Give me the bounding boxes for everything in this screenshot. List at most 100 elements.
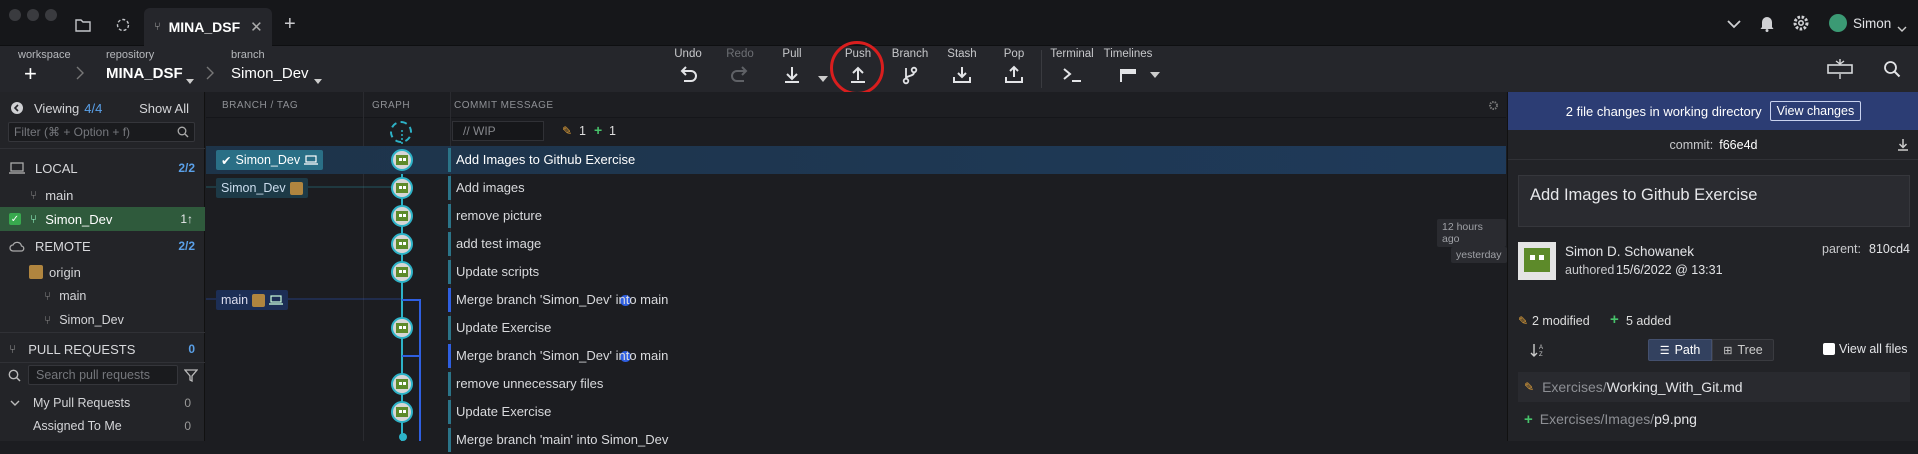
assigned-count: 0 xyxy=(184,419,191,433)
parent-hash[interactable]: 810cd4 xyxy=(1869,242,1910,256)
filter-icon[interactable] xyxy=(183,369,199,385)
pull-options-chevron-icon[interactable] xyxy=(818,70,828,85)
tree-view-button[interactable]: ⊞ Tree xyxy=(1712,339,1774,361)
push-highlight-circle xyxy=(830,41,884,95)
bell-icon[interactable] xyxy=(1759,14,1775,35)
commit-row[interactable]: main Merge branch 'Simon_Dev' into main xyxy=(206,286,1506,314)
branch-selector[interactable]: Simon_Dev xyxy=(231,65,309,82)
gear-icon[interactable] xyxy=(1792,14,1810,35)
author-avatar xyxy=(391,373,413,395)
sidebar-item-origin[interactable]: origin xyxy=(0,260,205,284)
column-commit-message[interactable]: COMMIT MESSAGE xyxy=(454,100,554,111)
repo-management-icon[interactable] xyxy=(112,14,134,36)
back-circle-icon[interactable] xyxy=(10,101,24,115)
view-all-files-checkbox[interactable] xyxy=(1823,343,1835,355)
stash-button[interactable]: Stash xyxy=(936,48,988,86)
branch-icon xyxy=(902,66,918,85)
commit-row[interactable]: Simon_Dev Add images xyxy=(206,174,1506,202)
file-list-item[interactable]: + Exercises/Images/ p9.png xyxy=(1518,404,1910,434)
wip-placeholder: // WIP xyxy=(463,124,496,138)
branch-icon: ⑂ xyxy=(44,313,52,327)
folder-icon[interactable] xyxy=(72,14,94,36)
terminal-button[interactable]: Terminal xyxy=(1046,48,1098,86)
author-avatar xyxy=(391,317,413,339)
commit-row[interactable]: Update Exercise xyxy=(206,314,1506,342)
parent-label: parent: xyxy=(1822,242,1861,256)
branch-tag-simon-dev-local[interactable]: ✔ Simon_Dev xyxy=(216,150,324,170)
pop-button[interactable]: Pop xyxy=(988,48,1040,86)
show-all-link[interactable]: Show All xyxy=(139,101,189,116)
maximize-window-button[interactable] xyxy=(45,9,57,21)
branch-tag-simon-dev-remote[interactable]: Simon_Dev xyxy=(216,178,308,198)
filter-input[interactable]: Filter (⌘ + Option + f) xyxy=(8,122,195,142)
pull-icon xyxy=(785,67,799,83)
commit-row[interactable]: Merge branch 'main' into Simon_Dev xyxy=(206,426,1506,454)
file-list-item[interactable]: ✎ Exercises/ Working_With_Git.md xyxy=(1518,372,1910,402)
pencil-icon: ✎ xyxy=(1518,314,1529,328)
branch-button[interactable]: Branch xyxy=(884,48,936,86)
commit-summary-field[interactable]: Add Images to Github Exercise xyxy=(1518,175,1910,227)
gear-icon[interactable] xyxy=(1488,99,1499,114)
commit-row[interactable]: add test image yesterday xyxy=(206,230,1507,263)
wip-row[interactable]: // WIP ✎ 1 + 1 xyxy=(206,118,1506,146)
commit-row[interactable]: remove unnecessary files xyxy=(206,370,1506,398)
tab-mina-dsf[interactable]: ⑂ MINA_DSF ✕ xyxy=(144,8,272,46)
chevron-down-icon[interactable] xyxy=(186,72,194,87)
chevron-down-icon[interactable] xyxy=(1897,20,1907,35)
sidebar-item-my-pull-requests[interactable]: My Pull Requests 0 xyxy=(0,391,205,415)
commit-row[interactable]: Update scripts xyxy=(206,258,1506,286)
user-name[interactable]: Simon xyxy=(1853,16,1891,31)
download-icon[interactable] xyxy=(1897,138,1909,154)
avatar[interactable] xyxy=(1829,14,1847,32)
repository-selector[interactable]: MINA_DSF xyxy=(106,65,183,82)
author-avatar xyxy=(391,149,413,171)
file-dir: Exercises/Images/ xyxy=(1539,411,1655,427)
commit-row[interactable]: Update Exercise xyxy=(206,398,1506,426)
local-section-header[interactable]: LOCAL 2/2 xyxy=(0,156,205,180)
commit-hash[interactable]: f66e4d xyxy=(1719,138,1757,152)
view-all-files-label[interactable]: View all files xyxy=(1839,342,1908,356)
commit-row-selected[interactable]: ✔ Simon_Dev Add Images to Github Exercis… xyxy=(206,146,1506,174)
search-icon xyxy=(177,126,189,138)
pull-request-icon: ⑂ xyxy=(9,342,17,356)
branch-tag-main[interactable]: main xyxy=(216,290,289,310)
sort-icon[interactable]: AZ xyxy=(1530,342,1546,361)
column-graph[interactable]: GRAPH xyxy=(372,100,410,111)
path-view-button[interactable]: ☰ Path xyxy=(1648,339,1712,361)
timelines-chevron-icon[interactable] xyxy=(1150,66,1160,81)
undo-button[interactable]: Undo xyxy=(662,48,714,86)
search-icon[interactable] xyxy=(1883,60,1901,81)
remote-section-header[interactable]: REMOTE 2/2 xyxy=(0,234,205,258)
close-tab-icon[interactable]: ✕ xyxy=(250,18,263,36)
commit-detail-panel: 2 file changes in working directory View… xyxy=(1507,92,1918,441)
sidebar-item-remote-main[interactable]: ⑂ main xyxy=(0,284,205,308)
column-branch-tag[interactable]: BRANCH / TAG xyxy=(222,100,298,111)
chevron-down-icon[interactable] xyxy=(314,72,322,87)
new-tab-button[interactable]: + xyxy=(284,14,296,34)
sidebar-item-assigned-to-me[interactable]: Assigned To Me 0 xyxy=(0,414,205,438)
sidebar-item-local-simon-dev[interactable]: ✓ ⑂ Simon_Dev 1↑ xyxy=(0,207,205,231)
layout-toggle-icon[interactable] xyxy=(1826,58,1854,83)
minimize-window-button[interactable] xyxy=(27,9,39,21)
add-workspace-icon[interactable]: + xyxy=(24,63,37,85)
assigned-label: Assigned To Me xyxy=(33,419,122,433)
author-avatar xyxy=(391,233,413,255)
chevron-down-icon[interactable] xyxy=(1726,17,1742,32)
close-window-button[interactable] xyxy=(9,9,21,21)
commit-row[interactable]: remove picture 12 hours ago xyxy=(206,202,1506,247)
remote-label: REMOTE xyxy=(35,238,91,254)
my-prs-label: My Pull Requests xyxy=(33,396,131,410)
pull-button[interactable]: Pull xyxy=(766,48,818,86)
view-changes-button[interactable]: View changes xyxy=(1769,101,1862,121)
checkout-check-icon: ✓ xyxy=(9,213,21,225)
pull-request-search-input[interactable]: Search pull requests xyxy=(28,365,178,385)
pull-requests-section-header[interactable]: ⑂ PULL REQUESTS 0 xyxy=(0,337,205,361)
sidebar-item-remote-simon-dev[interactable]: ⑂ Simon_Dev xyxy=(0,308,205,332)
filter-placeholder: Filter (⌘ + Option + f) xyxy=(14,125,131,139)
wip-summary-input[interactable]: // WIP xyxy=(452,121,544,141)
timelines-button[interactable]: Timelines xyxy=(1098,48,1158,86)
sidebar-item-local-main[interactable]: ⑂ main xyxy=(0,183,205,207)
redo-button[interactable]: Redo xyxy=(714,48,766,86)
commit-row[interactable]: Merge branch 'Simon_Dev' into main xyxy=(206,342,1506,370)
plus-icon: + xyxy=(1610,311,1619,328)
